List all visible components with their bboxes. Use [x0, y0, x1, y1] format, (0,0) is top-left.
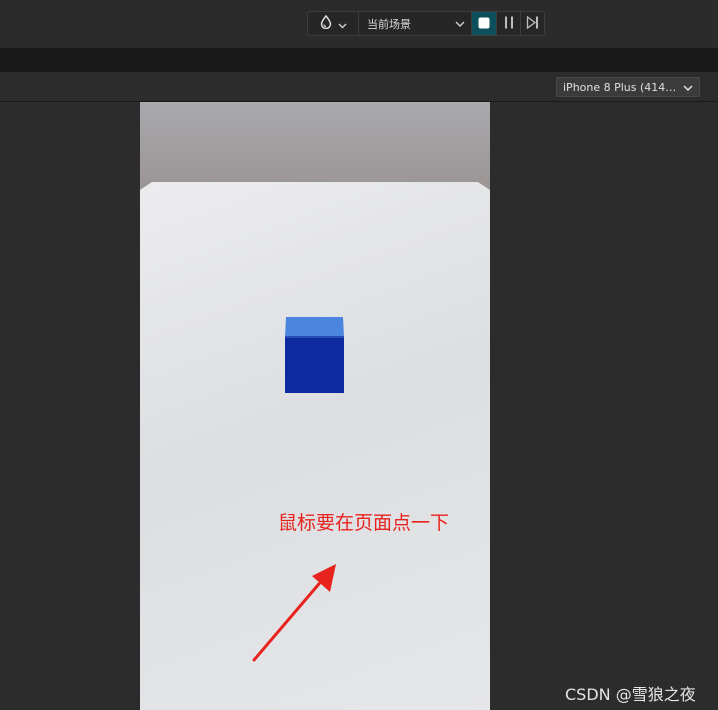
tab-strip [0, 48, 718, 72]
step-icon [526, 14, 539, 33]
annotation-text: 鼠标要在页面点一下 [278, 512, 450, 534]
pause-icon [503, 14, 515, 33]
scene-select-label: 当前场景 [367, 17, 411, 31]
stop-icon [478, 14, 490, 33]
engine-dropdown[interactable] [308, 12, 359, 35]
chevron-down-icon [683, 81, 693, 94]
pause-button[interactable] [496, 12, 520, 35]
blue-cube [285, 317, 344, 393]
device-bar: iPhone 8 Plus (414… [0, 72, 718, 102]
water-drop-icon [320, 14, 332, 33]
editor-window: 当前场景 iPhone 8 Plus (414… 鼠标要在页面点一下 CSDN … [0, 0, 718, 710]
watermark: CSDN @雪狼之夜 [565, 685, 696, 704]
preview-controls: 当前场景 [307, 11, 545, 36]
device-select-label: iPhone 8 Plus (414… [563, 80, 677, 94]
step-button[interactable] [520, 12, 544, 35]
top-toolbar: 当前场景 [0, 0, 718, 48]
scene-sky [140, 102, 490, 192]
stop-button[interactable] [472, 12, 496, 35]
scene-select[interactable]: 当前场景 [359, 12, 472, 35]
chevron-down-icon [338, 14, 347, 33]
device-select[interactable]: iPhone 8 Plus (414… [556, 77, 700, 97]
arrow-icon [252, 564, 336, 662]
chevron-down-icon [455, 17, 465, 30]
